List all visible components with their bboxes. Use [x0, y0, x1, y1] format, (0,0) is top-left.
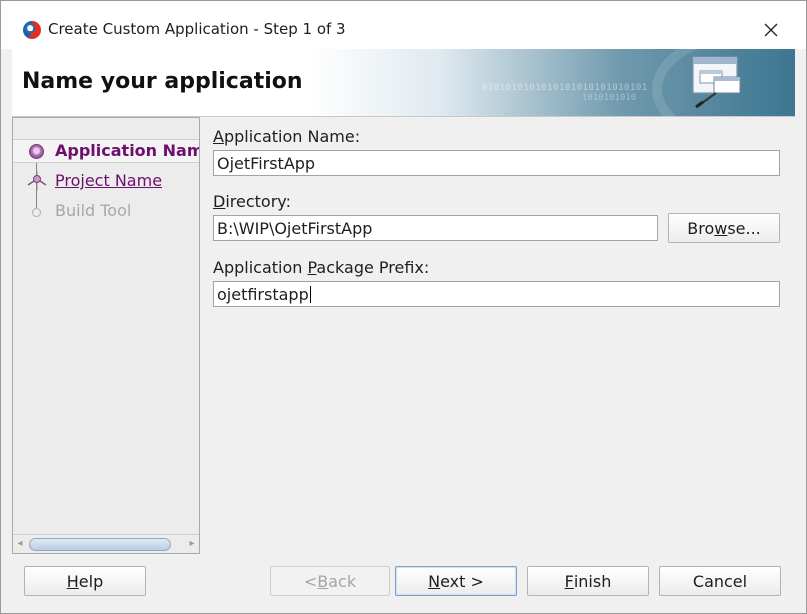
browse-button[interactable]: Bro w se... [668, 213, 780, 243]
nav-step-label: Build Tool [55, 201, 132, 220]
text-caret [309, 286, 311, 303]
nav-step-application-name[interactable]: Application Name [13, 138, 200, 164]
directory-input[interactable]: B:\WIP\OjetFirstApp [213, 215, 658, 241]
nav-horizontal-scrollbar[interactable]: ◂ ▸ [13, 534, 199, 553]
scroll-left-arrow-icon[interactable]: ◂ [14, 538, 26, 550]
help-button[interactable]: Help [24, 566, 146, 596]
nav-step-build-tool: Build Tool [13, 198, 199, 224]
banner-binary-decoration: 0101010101010101010101010101 [482, 83, 648, 93]
header-banner: 0101010101010101010101010101 1010101010 … [12, 49, 795, 117]
nav-step-project-name[interactable]: Project Name [13, 168, 199, 194]
cancel-button[interactable]: Cancel [659, 566, 781, 596]
scroll-right-arrow-icon[interactable]: ▸ [186, 538, 198, 550]
page-title: Name your application [22, 69, 303, 94]
step-node-icon [26, 171, 48, 191]
finish-button[interactable]: Finish [527, 566, 649, 596]
banner-binary-decoration-2: 1010101010 [582, 93, 637, 103]
directory-label: Directory: [213, 192, 291, 211]
package-prefix-input[interactable]: ojetfirstapp [213, 281, 780, 307]
application-name-input[interactable]: OjetFirstApp [213, 150, 780, 176]
scrollbar-thumb[interactable] [29, 538, 171, 551]
package-prefix-label: Application Package Prefix: [213, 258, 430, 277]
dialog-window: Create Custom Application - Step 1 of 3 … [0, 0, 807, 614]
nav-step-label: Project Name [55, 171, 163, 190]
close-icon[interactable] [753, 15, 789, 45]
title-bar[interactable]: Create Custom Application - Step 1 of 3 [1, 1, 806, 49]
wizard-step-navigator: Application Name Project Name Build Tool… [12, 117, 200, 554]
next-button[interactable]: Next > [395, 566, 517, 596]
window-title: Create Custom Application - Step 1 of 3 [48, 20, 346, 38]
application-name-label: Application Name: [213, 127, 361, 146]
back-button[interactable]: < Back [270, 566, 390, 596]
nav-step-label: Application Name [55, 141, 200, 160]
jdeveloper-app-icon [23, 21, 41, 39]
current-step-icon [29, 144, 44, 159]
application-window-icon [690, 53, 746, 109]
step-node-icon [32, 208, 41, 217]
